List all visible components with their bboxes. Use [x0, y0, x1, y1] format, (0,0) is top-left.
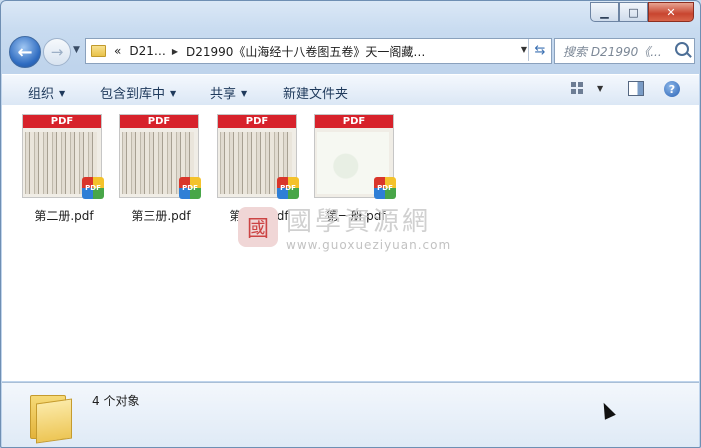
pdf-app-icon: PDF — [179, 177, 201, 199]
close-button[interactable]: ✕ — [648, 2, 694, 22]
breadcrumb-item-current[interactable]: D21990《山海经十八卷图五卷》天一阁藏… — [186, 43, 425, 60]
command-bar: 组织 ▼ 包含到库中 ▼ 共享 ▼ 新建文件夹 ▼ ? — [2, 74, 699, 106]
watermark-title: 國學資源網 — [286, 207, 432, 237]
pdf-header-label: PDF — [218, 115, 296, 128]
scrollbar[interactable] — [691, 105, 699, 381]
file-item[interactable]: PDF PDF 第二册.pdf — [20, 114, 108, 224]
address-dropdown-icon[interactable]: ▼ — [521, 45, 527, 54]
file-name[interactable]: 第二册.pdf — [20, 207, 108, 224]
pdf-header-label: PDF — [23, 115, 101, 128]
navigation-bar: ← → ▼ « D21… ▶ D21990《山海经十八卷图五卷》天一阁藏… ▼ … — [9, 36, 695, 68]
watermark-seal-icon: 國 — [238, 206, 278, 247]
organize-label: 组织 — [28, 87, 55, 102]
refresh-icon[interactable]: ⇆ — [528, 39, 551, 61]
folder-icon — [91, 45, 106, 57]
view-options-dropdown-icon[interactable]: ▼ — [597, 84, 603, 93]
item-count: 4 个对象 — [92, 394, 140, 408]
minimize-button[interactable]: ▁ — [590, 2, 619, 22]
explorer-window: ▁ □ ✕ ← → ▼ « D21… ▶ D21990《山海经十八卷图五卷》天一… — [0, 0, 701, 448]
back-button[interactable]: ← — [9, 36, 41, 68]
include-library-label: 包含到库中 — [100, 87, 166, 102]
watermark-url: www.guoxueziyuan.com — [286, 238, 452, 252]
file-item[interactable]: PDF PDF 第三册.pdf — [117, 114, 205, 224]
new-folder-label: 新建文件夹 — [283, 87, 349, 102]
file-list-pane[interactable]: PDFPDF第二册.pdfPDFPDF第三册.pdfPDFPDF第四册.pdfP… — [2, 105, 699, 381]
pdf-header-label: PDF — [315, 115, 393, 128]
chevron-down-icon: ▼ — [241, 89, 248, 98]
share-button[interactable]: 共享 ▼ — [210, 83, 247, 102]
recent-pages-dropdown-icon[interactable]: ▼ — [73, 45, 80, 55]
caption-buttons: ▁ □ ✕ — [590, 2, 694, 22]
chevron-down-icon: ▼ — [170, 89, 177, 98]
maximize-button[interactable]: □ — [619, 2, 648, 22]
watermark: 國 國學資源網 www.guoxueziyuan.com — [238, 201, 451, 252]
preview-pane-icon[interactable] — [628, 81, 644, 96]
new-folder-button[interactable]: 新建文件夹 — [283, 83, 348, 102]
pdf-app-icon: PDF — [277, 177, 299, 199]
breadcrumb-item-parent[interactable]: D21… — [129, 44, 166, 58]
pdf-header-label: PDF — [120, 115, 198, 128]
include-in-library-button[interactable]: 包含到库中 ▼ — [100, 83, 176, 102]
help-icon[interactable]: ? — [664, 81, 680, 97]
address-bar[interactable]: « D21… ▶ D21990《山海经十八卷图五卷》天一阁藏… ▼ ⇆ — [85, 38, 552, 64]
share-label: 共享 — [210, 87, 237, 102]
breadcrumb-separator-icon[interactable]: ▶ — [172, 47, 178, 56]
breadcrumb-overflow[interactable]: « — [114, 44, 121, 58]
file-name[interactable]: 第三册.pdf — [117, 207, 205, 224]
pdf-app-icon: PDF — [82, 177, 104, 199]
organize-button[interactable]: 组织 ▼ — [28, 83, 65, 102]
chevron-down-icon: ▼ — [59, 89, 66, 98]
search-box[interactable]: 搜索 D21990《... — [554, 38, 695, 64]
search-icon[interactable] — [675, 42, 689, 56]
search-input[interactable]: 搜索 D21990《... — [563, 43, 671, 60]
forward-button[interactable]: → — [43, 38, 71, 66]
mouse-cursor-icon — [598, 400, 616, 420]
change-view-icon[interactable] — [571, 82, 583, 94]
pdf-app-icon: PDF — [374, 177, 396, 199]
folder-icon — [30, 391, 72, 444]
details-pane: 4 个对象 — [2, 382, 699, 447]
